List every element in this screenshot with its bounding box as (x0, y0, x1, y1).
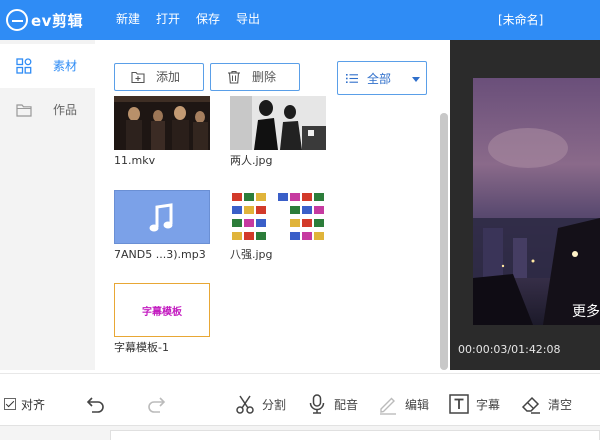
split-button[interactable]: 分割 (234, 392, 286, 416)
list-icon (346, 74, 358, 83)
music-note-icon (149, 203, 173, 232)
document-title: [未命名] (498, 13, 544, 27)
sidebar-item-materials[interactable]: 素材 (0, 44, 95, 88)
video-caption: 更多 (572, 304, 600, 320)
text-template-thumbnail: 字幕模板 (114, 283, 210, 337)
video-frame-image (114, 96, 210, 150)
logo-icon (6, 9, 28, 31)
preview-panel: 更多 00:00:03/01:42:08 (450, 40, 600, 370)
city-scene-image (473, 78, 600, 325)
redo-icon[interactable] (146, 394, 168, 416)
menu-save[interactable]: 保存 (196, 10, 220, 27)
timeline-area (0, 425, 600, 440)
dub-label: 配音 (334, 397, 359, 412)
media-item[interactable]: 7AND5 ...3).mp3 (114, 190, 214, 264)
media-item-name: 7AND5 ...3).mp3 (114, 248, 206, 261)
menu-open[interactable]: 打开 (156, 10, 180, 27)
delete-button-label: 删除 (252, 70, 277, 84)
media-panel: 添加 删除 全部 11.mkv 两人.jpg 7AND5 ...3).mp3 八… (95, 40, 450, 373)
scissors-icon (236, 395, 254, 414)
video-preview[interactable]: 更多 (473, 78, 600, 325)
media-item-name: 字幕模板-1 (114, 341, 169, 354)
app-logo: ev剪辑 (6, 8, 83, 32)
image-thumbnail (230, 190, 326, 244)
edit-button[interactable]: 编辑 (377, 392, 429, 416)
audio-thumbnail (114, 190, 210, 244)
sidebar-item-works[interactable]: 作品 (0, 88, 95, 132)
subtitle-button[interactable]: 字幕 (448, 392, 500, 416)
media-item[interactable]: 字幕模板 字幕模板-1 (114, 283, 214, 357)
media-item-name: 11.mkv (114, 154, 156, 167)
playback-timecode: 00:00:03/01:42:08 (458, 343, 561, 356)
media-item-name: 八强.jpg (230, 248, 273, 261)
delete-button[interactable]: 删除 (210, 63, 300, 91)
align-checkbox[interactable]: 对齐 (4, 396, 45, 412)
subtitle-label: 字幕 (476, 397, 501, 412)
sidebar: 素材 作品 (0, 40, 95, 370)
eraser-icon (521, 396, 540, 414)
microphone-icon (309, 394, 325, 414)
filter-select-value: 全部 (367, 72, 392, 86)
scrollbar-thumb[interactable] (440, 113, 448, 370)
add-folder-icon (131, 71, 145, 84)
trash-icon (228, 70, 240, 84)
chevron-down-icon (412, 77, 420, 82)
template-preview-text: 字幕模板 (142, 306, 182, 318)
undo-icon[interactable] (84, 394, 106, 416)
dub-button[interactable]: 配音 (306, 392, 358, 416)
sidebar-item-label: 素材 (53, 59, 78, 73)
media-item[interactable]: 11.mkv (114, 96, 214, 170)
media-item-name: 两人.jpg (230, 154, 273, 167)
sidebar-item-label: 作品 (53, 103, 78, 117)
media-item[interactable]: 八强.jpg (230, 190, 330, 264)
folder-icon (16, 104, 32, 117)
filter-select[interactable]: 全部 (337, 61, 427, 95)
text-icon (449, 394, 469, 414)
clear-button[interactable]: 清空 (520, 392, 572, 416)
video-thumbnail (114, 96, 210, 150)
main-menu: 新建 打开 保存 导出 (116, 0, 276, 36)
image-thumbnail (230, 96, 326, 150)
timeline-toolbar: 对齐 分割 配音 编辑 字幕 清空 (0, 373, 600, 425)
menu-export[interactable]: 导出 (236, 10, 260, 27)
align-label: 对齐 (21, 397, 46, 412)
split-label: 分割 (262, 397, 287, 412)
edit-label: 编辑 (405, 397, 430, 412)
clear-label: 清空 (548, 397, 573, 412)
add-button-label: 添加 (156, 70, 181, 84)
pen-icon (380, 397, 396, 415)
app-name: ev剪辑 (31, 11, 83, 30)
add-button[interactable]: 添加 (114, 63, 204, 91)
grid-icon (16, 58, 32, 74)
media-item[interactable]: 两人.jpg (230, 96, 330, 170)
media-scrollbar[interactable] (440, 113, 448, 370)
checkbox-icon[interactable] (4, 398, 16, 410)
title-bar: ev剪辑 新建 打开 保存 导出 [未命名] (0, 0, 600, 40)
photo-image (230, 96, 326, 150)
collage-image (230, 190, 326, 244)
timeline-track[interactable] (110, 430, 600, 440)
menu-new[interactable]: 新建 (116, 10, 140, 27)
